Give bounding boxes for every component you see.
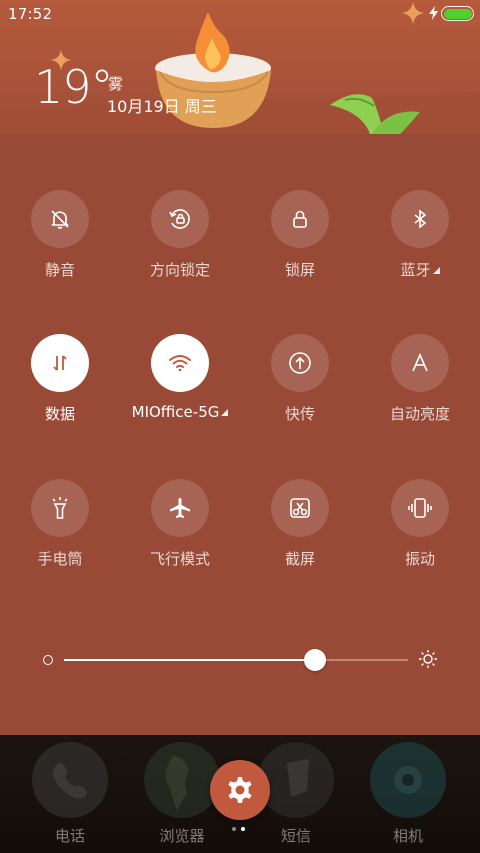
bluetooth-icon [414,209,427,229]
toggle-bluetooth[interactable]: 蓝牙 [360,190,480,300]
toggle-label: 快传 [284,405,315,423]
charging-icon [429,6,438,20]
upload-icon [289,352,311,374]
toggle-screenshot[interactable]: 截屏 [240,479,360,589]
toggle-auto-brightness-button[interactable] [391,334,449,392]
battery-icon [441,6,474,21]
toggle-label: 蓝牙 [400,259,440,280]
toggle-rotation-lock[interactable]: 方向锁定 [120,190,240,300]
toggle-label: 飞行模式 [149,550,210,568]
bell-off-icon [51,210,69,229]
scissors-icon [290,498,310,518]
toggle-vibrate[interactable]: 振动 [360,479,480,589]
toggle-label: 锁屏 [284,261,315,279]
gear-icon [228,777,252,803]
toggle-auto-brightness[interactable]: 自动亮度 [360,334,480,444]
toggle-label: 自动亮度 [389,405,450,423]
toggle-label: MIOffice-5G [132,403,229,421]
vibrate-icon [408,498,432,518]
weather-temperature[interactable]: 19° [34,64,114,110]
toggle-airplane[interactable]: 飞行模式 [120,479,240,589]
toggle-screenshot-button[interactable] [271,479,329,537]
messages-app-icon [258,742,334,818]
toggle-lock-screen[interactable]: 锁屏 [240,190,360,300]
dock-app-label: 短信 [280,827,311,845]
dock-app-label: 相机 [392,827,423,845]
toggle-mute[interactable]: 静音 [0,190,120,300]
dock-app-camera[interactable]: 相机 [348,735,468,853]
browser-app-icon [144,742,220,818]
page-dot-active [241,827,245,831]
toggle-label: 截屏 [284,550,315,568]
dock-app-label: 电话 [54,827,85,845]
more-options-indicator [432,267,440,274]
toggle-rotation-lock-button[interactable] [151,190,209,248]
toggle-wifi-button[interactable] [151,334,209,392]
airplane-icon [170,498,190,518]
toggle-label: 手电筒 [37,550,83,568]
weather-header: 17:52 19° 雾 10月19日 周三 [0,0,480,134]
phone-app-icon [32,742,108,818]
data-arrows-icon [53,355,67,371]
more-options-indicator [221,409,229,416]
brightness-low-icon [43,655,53,665]
brightness-high-icon [419,650,437,668]
status-time: 17:52 [8,5,53,23]
toggle-airplane-button[interactable] [151,479,209,537]
toggle-mute-button[interactable] [31,190,89,248]
brightness-slider[interactable] [64,649,408,671]
toggle-label: 振动 [404,550,435,568]
toggle-label: 数据 [44,405,75,423]
letter-a-icon [412,353,428,372]
wifi-icon [169,355,191,372]
status-bar: 17:52 [0,0,480,28]
brightness-control [0,640,480,680]
toggle-bluetooth-button[interactable] [391,190,449,248]
toggle-quick-send-button[interactable] [271,334,329,392]
toggle-vibrate-button[interactable] [391,479,449,537]
toggle-data[interactable]: 数据 [0,334,120,444]
dock-app-label: 浏览器 [159,827,205,845]
toggle-wifi[interactable]: MIOffice-5G [120,334,240,444]
rotation-lock-icon [169,209,190,229]
toggle-quick-send[interactable]: 快传 [240,334,360,444]
toggle-label: 方向锁定 [149,261,210,279]
page-dot [232,827,236,831]
flashlight-icon [52,497,68,519]
toggle-label: 静音 [44,261,75,279]
settings-button[interactable] [210,760,270,820]
toggle-lock-screen-button[interactable] [271,190,329,248]
brightness-fill [64,659,315,661]
weather-condition: 雾 [108,75,124,93]
dock-app-phone[interactable]: 电话 [10,735,130,853]
brightness-slider-thumb[interactable] [304,649,326,671]
toggle-flashlight[interactable]: 手电筒 [0,479,120,589]
sparkle-decoration-icon [401,1,425,25]
toggle-data-button[interactable] [31,334,89,392]
lock-icon [293,210,307,228]
toggle-flashlight-button[interactable] [31,479,89,537]
camera-app-icon [370,742,446,818]
battery-level [443,8,472,19]
weather-date: 10月19日 周三 [107,97,217,116]
